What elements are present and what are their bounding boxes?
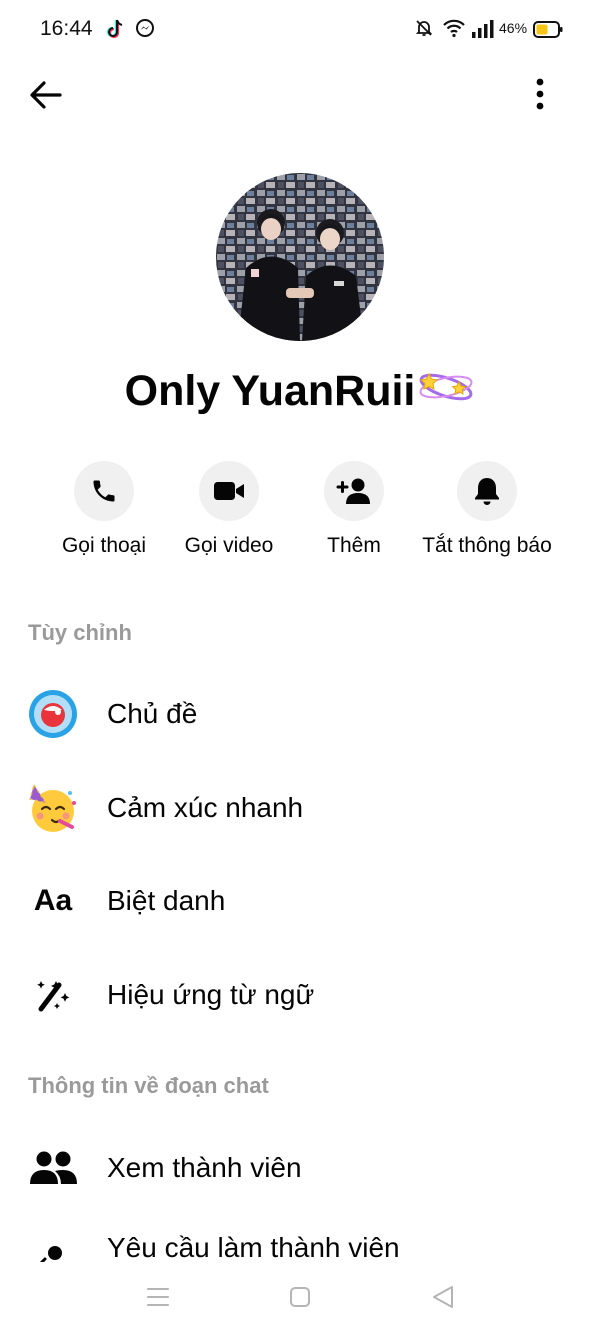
signal-icon <box>471 20 495 43</box>
word-effects-row[interactable]: Hiệu ứng từ ngữ <box>0 955 600 1035</box>
back-button[interactable] <box>26 75 66 115</box>
quick-reaction-label: Cảm xúc nhanh <box>107 792 304 823</box>
video-call-action[interactable]: Gọi video <box>173 461 285 558</box>
add-member-label: Thêm <box>327 534 381 557</box>
tiktok-icon <box>106 18 126 45</box>
nickname-aa-icon: Aa <box>33 884 73 917</box>
mute-notifications-action[interactable]: Tắt thông báo <box>407 461 567 558</box>
battery-percent: 46% <box>499 20 528 36</box>
theme-icon <box>26 687 80 741</box>
messenger-icon <box>135 18 155 43</box>
quick-reaction-row[interactable]: Cảm xúc nhanh <box>0 768 600 848</box>
theme-label: Chủ đề <box>107 698 198 729</box>
more-vertical-icon <box>536 78 544 110</box>
arrow-left-icon <box>30 81 62 109</box>
voice-call-label: Gọi thoại <box>61 534 147 557</box>
mute-bell-icon <box>414 18 434 43</box>
video-call-button[interactable] <box>199 461 259 521</box>
status-bar: 16:44 46% <box>0 0 600 60</box>
video-camera-icon <box>214 482 244 500</box>
home-square-icon <box>290 1287 310 1307</box>
group-avatar[interactable] <box>216 173 384 341</box>
group-name: Only YuanRuii <box>0 366 600 417</box>
menu-icon <box>147 1288 169 1306</box>
word-effects-label: Hiệu ứng từ ngữ <box>107 979 315 1010</box>
people-icon <box>26 1141 80 1195</box>
video-call-label: Gọi video <box>184 534 274 557</box>
customize-section-title: Tùy chỉnh <box>28 620 132 645</box>
back-triangle-icon <box>433 1286 453 1308</box>
member-requests-label: Yêu cầu làm thành viên <box>107 1232 400 1263</box>
theme-row[interactable]: Chủ đề <box>0 674 600 754</box>
status-time: 16:44 <box>40 17 93 40</box>
view-members-label: Xem thành viên <box>107 1152 302 1183</box>
group-name-text: Only YuanRuii <box>124 367 416 415</box>
voice-call-button[interactable] <box>74 461 134 521</box>
bell-icon <box>475 478 499 505</box>
system-nav-bar <box>0 1262 600 1333</box>
add-member-action[interactable]: Thêm <box>298 461 410 558</box>
nickname-label: Biệt danh <box>107 885 226 916</box>
battery-icon <box>533 21 563 44</box>
system-back-button[interactable] <box>428 1282 458 1312</box>
sparkle-planet-emoji <box>417 366 475 417</box>
person-request-icon <box>26 1245 80 1263</box>
wifi-icon <box>442 18 466 43</box>
mute-notifications-label: Tắt thông báo <box>422 534 552 557</box>
mute-notifications-button[interactable] <box>457 461 517 521</box>
phone-icon <box>93 480 115 502</box>
voice-call-action[interactable]: Gọi thoại <box>48 461 160 558</box>
home-button[interactable] <box>285 1282 315 1312</box>
party-face-emoji-icon <box>26 781 80 835</box>
view-members-row[interactable]: Xem thành viên <box>0 1128 600 1208</box>
add-member-button[interactable] <box>324 461 384 521</box>
more-options-button[interactable] <box>520 73 560 115</box>
recent-apps-button[interactable] <box>143 1282 173 1312</box>
nickname-row[interactable]: Aa Biệt danh <box>0 861 600 941</box>
magic-wand-icon <box>26 968 80 1022</box>
chat-info-section-title: Thông tin về đoạn chat <box>28 1073 269 1098</box>
add-person-icon <box>336 478 370 504</box>
